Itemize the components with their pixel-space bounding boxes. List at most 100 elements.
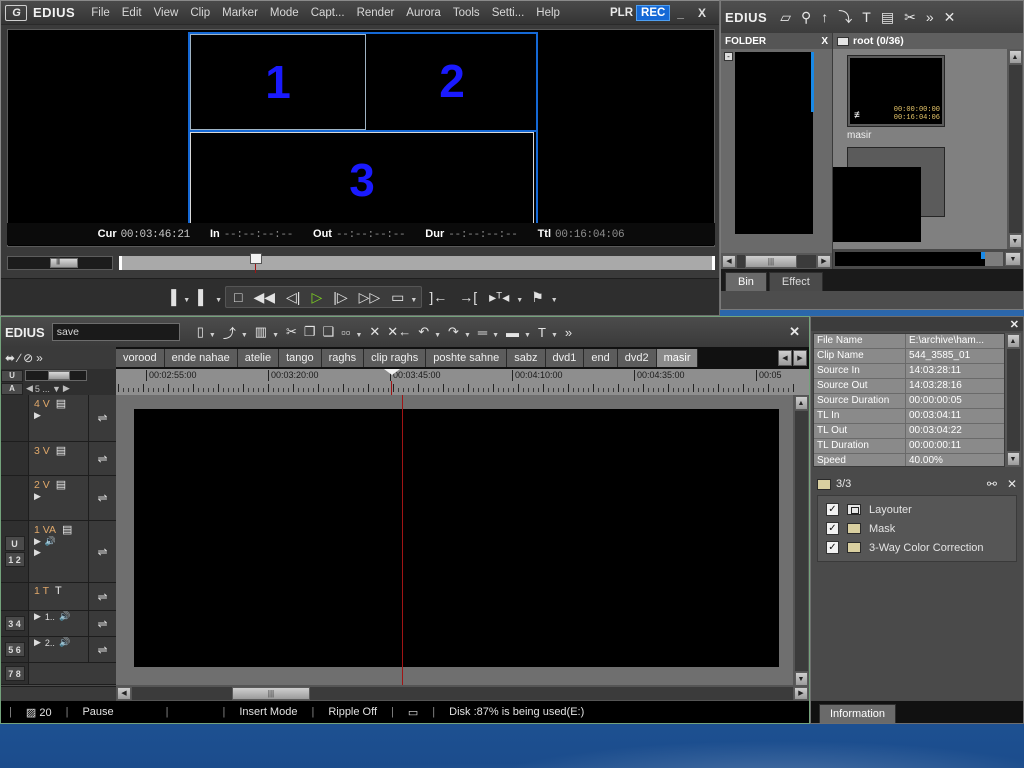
effect-layouter-checkbox[interactable]: ✓ [826,503,839,516]
vscroll-down-icon[interactable]: ▼ [1008,234,1022,248]
track-header-4v[interactable]: 4 V ▤ ▶ ⇌ [1,395,116,442]
more-options-icon[interactable]: » [923,7,937,27]
fast-forward-button[interactable]: ▷▷ [354,288,386,306]
speaker-icon[interactable]: 🔊 [59,637,70,648]
menu-item-tools[interactable]: Tools [447,4,486,22]
transition-caret-icon[interactable]: ▼ [492,325,501,339]
timeline-hscrollbar[interactable]: ◀ ||| ▶ [116,685,809,701]
effect-item-mask[interactable]: ✓ Mask [818,519,1016,538]
title-caret-icon[interactable]: ▼ [551,325,560,339]
folder-pane-close-icon[interactable]: X [821,36,828,47]
set-in-point-button[interactable]: ▐ [161,288,181,306]
set-in-caret-icon[interactable]: ▼ [183,291,191,304]
new-project-caret-icon[interactable]: ▼ [209,325,218,339]
speaker-icon[interactable]: 🔊 [45,536,56,547]
track-4v-mixer-icon[interactable]: ⇌ [88,395,116,441]
clips-vscrollbar[interactable]: ▲ ▼ [1007,49,1023,249]
zoom-dropdown-icon[interactable]: ▼ [52,384,61,394]
split-caret-icon[interactable]: ▼ [355,325,364,339]
previous-frame-button[interactable]: ◁| [281,288,305,306]
hscroll-right-icon[interactable]: ▶ [817,254,831,268]
add-transition-icon[interactable]: ═ [476,324,489,341]
copy-icon[interactable]: ❐ [302,323,318,341]
undo-icon[interactable]: ↶ [416,323,431,341]
effect-item-color-correction[interactable]: ✓ 3-Way Color Correction [818,538,1016,557]
save-project-icon[interactable]: ▥ [253,323,269,341]
ripple-mode-icon[interactable]: ∕ [18,351,20,365]
player-recorder-toggle[interactable]: PLR REC [607,4,671,21]
info-scroll-up-icon[interactable]: ▲ [1006,334,1020,348]
open-project-caret-icon[interactable]: ▼ [241,325,250,339]
track-2v-mixer-icon[interactable]: ⇌ [88,476,116,520]
jump-to-in-button[interactable]: ]← [424,288,452,306]
track-4v-expand[interactable]: ▶ [29,410,88,421]
bin-close-icon[interactable]: ✕ [941,7,959,28]
sequence-tab-atelie[interactable]: atelie [237,349,280,367]
timeline-clip-canvas[interactable] [134,409,779,667]
sequence-tab-dvd1[interactable]: dvd1 [545,349,585,367]
timeline-vscrollbar[interactable]: ▲ ▼ [793,395,809,687]
clip-dropdown-icon[interactable]: ▼ [1005,252,1021,266]
new-folder-icon[interactable]: ▱ [777,7,794,28]
shuttle-slider[interactable] [7,256,113,270]
loop-caret-icon[interactable]: ▼ [410,291,418,304]
add-title-icon[interactable]: T [859,7,874,27]
menu-item-edit[interactable]: Edit [116,4,148,22]
sequence-tab-masir[interactable]: masir [656,349,699,367]
next-frame-button[interactable]: |▷ [328,288,352,306]
zoom-next-icon[interactable]: ▶ [63,383,70,394]
timeline-zoom-slider[interactable] [25,370,87,381]
info-scroll-track[interactable] [1006,349,1020,451]
effects-close-icon[interactable]: ✕ [1007,477,1017,491]
more-modes-icon[interactable]: » [36,351,43,365]
new-project-icon[interactable]: ▯ [195,323,206,341]
tab-effect[interactable]: Effect [768,272,823,291]
sequence-tab-dvd2[interactable]: dvd2 [617,349,657,367]
zoom-prev-icon[interactable]: ◀ [26,383,33,394]
speaker-icon[interactable]: 🔊 [59,611,70,622]
color-bar-icon[interactable]: ▤ [878,7,897,28]
sequence-tab-clip-raghs[interactable]: clip raghs [364,349,427,367]
timeline-playhead[interactable] [384,369,400,383]
sequence-tab-end[interactable]: end [584,349,618,367]
set-out-point-button[interactable]: ▌ [193,288,213,306]
timeline-hscroll-left-icon[interactable]: ◀ [117,686,131,700]
vscroll-up-icon[interactable]: ▲ [1008,50,1022,64]
jump-to-out-button[interactable]: →[ [454,288,482,306]
track-header-1t[interactable]: 1 T T ⇌ [1,583,116,611]
menu-item-aurora[interactable]: Aurora [400,4,447,22]
cut-clip-icon[interactable]: ✂ [901,7,919,28]
info-scroll-down-icon[interactable]: ▼ [1006,452,1020,466]
hscroll-track[interactable]: ||| [737,254,816,268]
marker-caret-icon[interactable]: ▼ [516,291,524,304]
timeline-close-button[interactable]: ✕ [784,324,805,340]
clip-thumbnail[interactable]: ≢ 00:00:00:00 00:16:04:06 [847,55,945,127]
menu-item-help[interactable]: Help [530,4,566,22]
group-mode-icon[interactable]: ⊘ [23,351,33,365]
sequence-tab-ende-nahae[interactable]: ende nahae [164,349,238,367]
track-select-icon[interactable]: ⬌ [5,351,15,365]
tab-information[interactable]: Information [819,704,897,723]
add-effect-icon[interactable]: ▬ [504,324,521,341]
redo-caret-icon[interactable]: ▼ [464,325,473,339]
play-button[interactable]: ▷ [306,288,327,306]
track-header-a1[interactable]: 3 4 ▶ 1.. 🔊 ⇌ [1,611,116,637]
timeline-hscroll-track[interactable]: ||| [132,686,793,700]
track-1va-video-toggle[interactable]: U [4,536,25,551]
delete-icon[interactable]: ✕ [367,323,382,341]
information-close-icon[interactable]: ✕ [1010,318,1019,331]
menu-item-render[interactable]: Render [351,4,401,22]
clip-position-track[interactable] [835,252,1003,266]
folder-tree[interactable]: - [721,49,832,253]
timeline-tracks-area[interactable]: ▲ ▼ [116,395,809,687]
save-project-caret-icon[interactable]: ▼ [272,325,281,339]
effects-toggle-icon[interactable]: ⚯ [987,477,997,491]
hscroll-thumb[interactable]: ||| [745,254,797,268]
player-mode-plr[interactable]: PLR [607,6,636,20]
ripple-delete-icon[interactable]: ✕← [385,323,413,341]
sequence-tab-vorood[interactable]: vorood [116,349,165,367]
go-up-icon[interactable]: ↑ [818,7,831,27]
insert-to-timeline-button[interactable]: ⚑ [526,288,549,306]
tab-bin[interactable]: Bin [725,272,767,291]
track-a3-channel-numbers[interactable]: 7 8 [4,666,25,681]
